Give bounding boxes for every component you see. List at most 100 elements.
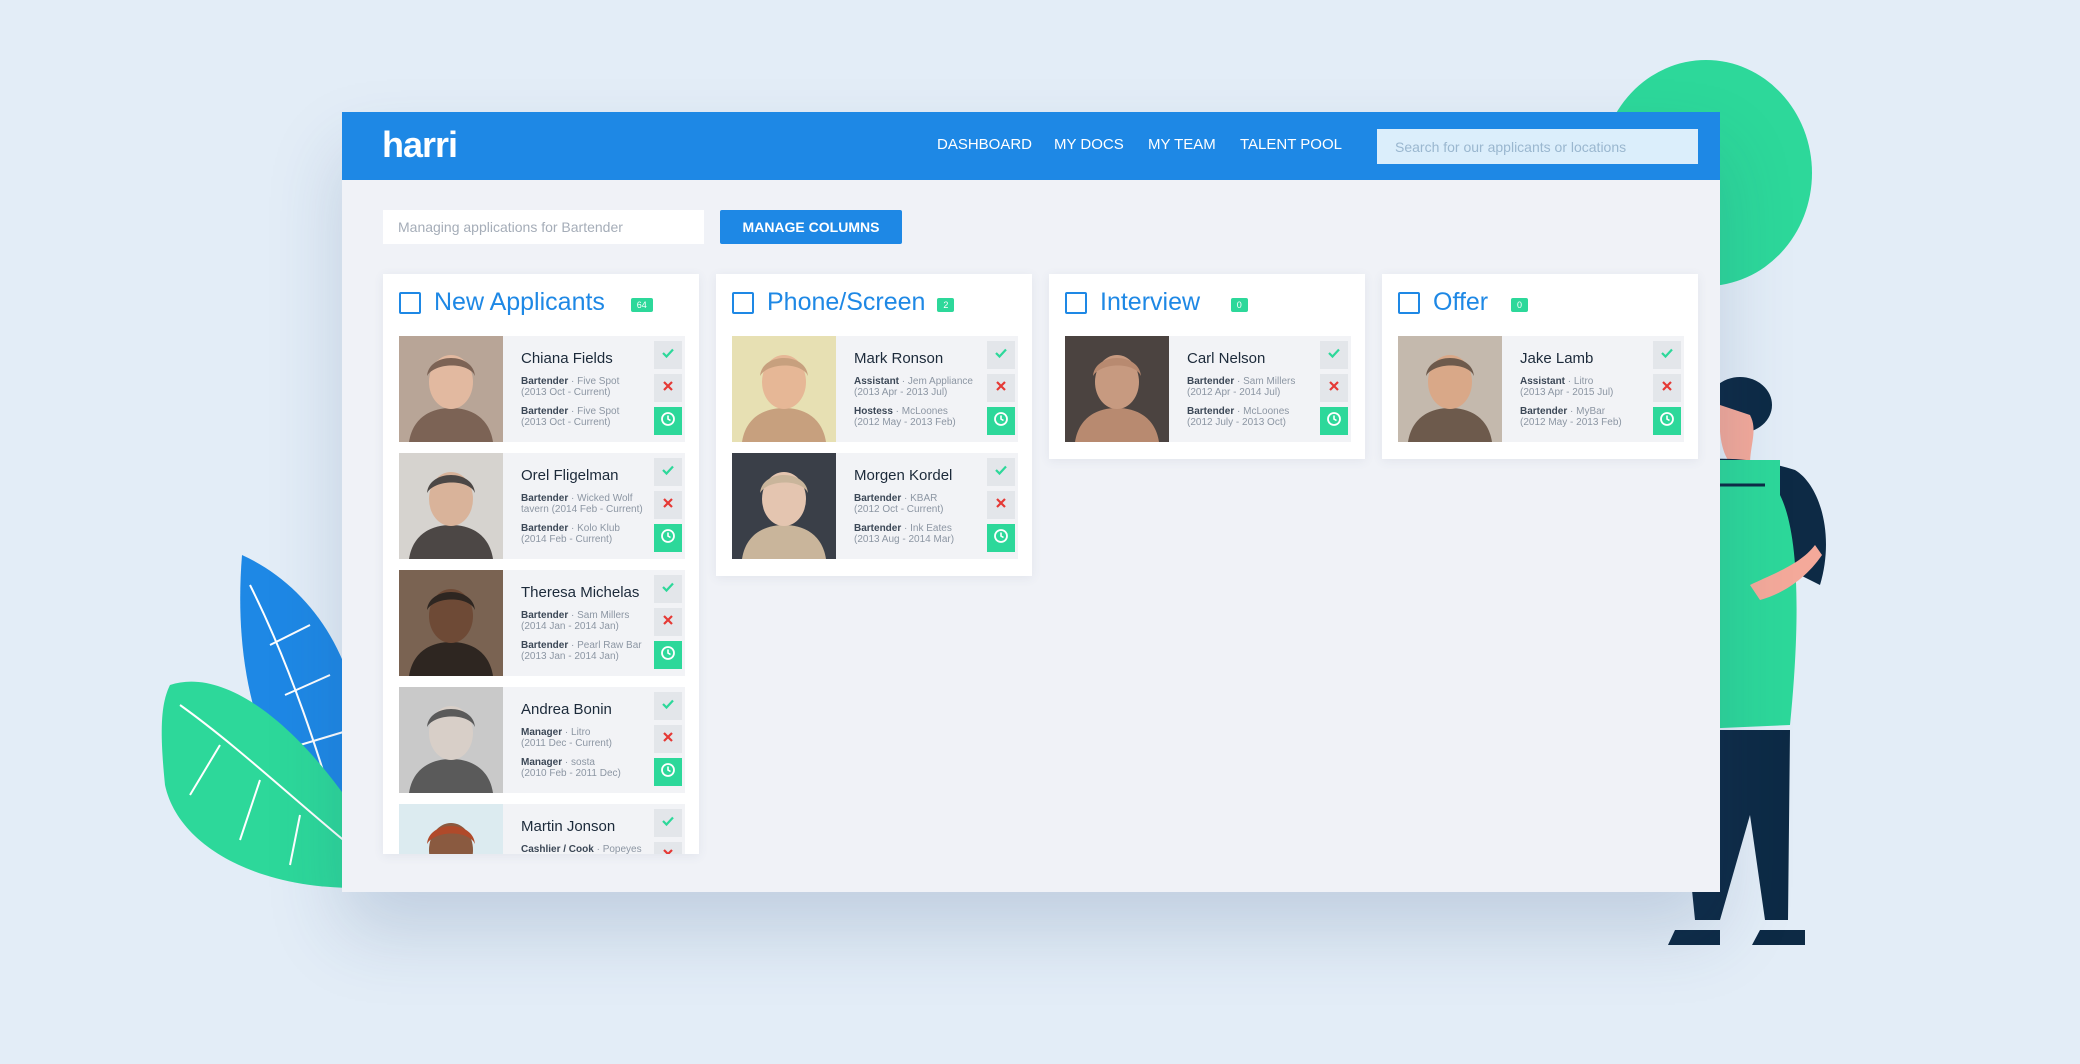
manage-columns-button[interactable]: MANAGE COLUMNS (720, 210, 902, 244)
schedule-button[interactable] (654, 524, 682, 552)
schedule-button[interactable] (1320, 407, 1348, 435)
checkmark-icon (1660, 346, 1674, 365)
reject-button[interactable] (1653, 374, 1681, 402)
experience-place: · McLoones (892, 406, 948, 417)
clock-icon (660, 645, 676, 666)
approve-button[interactable] (987, 341, 1015, 369)
applicant-photo (732, 453, 836, 559)
applicant-card[interactable]: Theresa Michelas Bartender · Sam Millers(… (399, 570, 685, 676)
select-all-checkbox[interactable] (1398, 292, 1420, 314)
checkmark-icon (661, 697, 675, 716)
select-all-checkbox[interactable] (399, 292, 421, 314)
applicant-photo (732, 336, 836, 442)
experience-entry: Bartender · Ink Eates (2013 Aug - 2014 Ma… (854, 523, 982, 545)
experience-dates: (2014 Feb - Current) (521, 534, 613, 545)
job-filter-field[interactable]: Managing applications for Bartender (383, 210, 704, 244)
experience-role: Bartender (854, 493, 902, 504)
applicant-card[interactable]: Chiana Fields Bartender · Five Spot (2013 … (399, 336, 685, 442)
applicant-card[interactable]: Jake Lamb Assistant · Litro (2013 Apr - 20… (1398, 336, 1684, 442)
experience-place: · KBAR (901, 493, 938, 504)
experience-place: · Popeyes (593, 844, 642, 854)
select-all-checkbox[interactable] (1065, 292, 1087, 314)
experience-place: · MyBar (1567, 406, 1606, 417)
experience-role: Hostess (854, 406, 893, 417)
applicant-photo (399, 687, 503, 793)
close-icon (1661, 379, 1673, 397)
experience-entry: Bartender · Sam Millers (2014 Jan - 2014 … (521, 610, 649, 632)
applicant-photo (1065, 336, 1169, 442)
reject-button[interactable] (654, 374, 682, 402)
checkmark-icon (661, 814, 675, 833)
reject-button[interactable] (654, 491, 682, 519)
select-all-checkbox[interactable] (732, 292, 754, 314)
search-input[interactable] (1377, 129, 1698, 164)
approve-button[interactable] (654, 341, 682, 369)
experience-place: · Sam Millers (568, 610, 630, 621)
experience-role: Bartender (521, 523, 569, 534)
clock-icon (660, 528, 676, 549)
applicant-name: Theresa Michelas (521, 584, 640, 601)
applicant-name: Jake Lamb (1520, 350, 1594, 367)
schedule-button[interactable] (987, 407, 1015, 435)
schedule-button[interactable] (987, 524, 1015, 552)
clock-icon (1326, 411, 1342, 432)
experience-entry: Bartender · KBAR (2012 Oct - Current) (854, 493, 982, 515)
close-icon (662, 613, 674, 631)
applicant-name: Morgen Kordel (854, 467, 953, 484)
column-header: Phone/Screen 2 (716, 274, 1032, 336)
schedule-button[interactable] (1653, 407, 1681, 435)
reject-button[interactable] (654, 608, 682, 636)
checkmark-icon (1327, 346, 1341, 365)
applicant-card[interactable]: Andrea Bonin Manager · Litro (2011 Dec - C… (399, 687, 685, 793)
schedule-button[interactable] (654, 407, 682, 435)
applicant-card[interactable]: Carl Nelson Bartender · Sam Millers (2012 … (1065, 336, 1351, 442)
approve-button[interactable] (654, 575, 682, 603)
experience-entry: Bartender · Pearl Raw Bar (2013 Jan - 201… (521, 640, 649, 662)
schedule-button[interactable] (654, 641, 682, 669)
nav-my-docs[interactable]: MY DOCS (1054, 136, 1124, 153)
approve-button[interactable] (654, 458, 682, 486)
close-icon (662, 847, 674, 854)
clock-icon (993, 528, 1009, 549)
clock-icon (660, 411, 676, 432)
applicant-card[interactable]: Martin Jonson Cashlier / Cook · Popeyes (399, 804, 685, 854)
reject-button[interactable] (654, 725, 682, 753)
nav-my-team[interactable]: MY TEAM (1148, 136, 1216, 153)
approve-button[interactable] (1653, 341, 1681, 369)
applicant-photo (399, 453, 503, 559)
experience-dates: (2012 May - 2013 Feb) (1520, 417, 1622, 428)
experience-entry: Bartender · Five Spot (2013 Oct - Current… (521, 406, 649, 428)
experience-entry: Hostess · McLoones (2012 May - 2013 Feb) (854, 406, 982, 428)
clock-icon (1659, 411, 1675, 432)
reject-button[interactable] (987, 374, 1015, 402)
applicant-card[interactable]: Orel Fligelman Bartender · Wicked Wolf tav… (399, 453, 685, 559)
experience-entry: Bartender · Five Spot (2013 Oct - Current… (521, 376, 649, 398)
experience-place: · Jem Appliance (899, 376, 973, 387)
app-window: harri DASHBOARD MY DOCS MY TEAM TALENT P… (342, 112, 1720, 892)
approve-button[interactable] (654, 692, 682, 720)
experience-place: · Pearl Raw Bar (568, 640, 642, 651)
reject-button[interactable] (987, 491, 1015, 519)
checkmark-icon (661, 463, 675, 482)
top-navigation-bar: harri DASHBOARD MY DOCS MY TEAM TALENT P… (342, 112, 1720, 180)
approve-button[interactable] (1320, 341, 1348, 369)
checkmark-icon (661, 346, 675, 365)
nav-dashboard[interactable]: DASHBOARD (937, 136, 1032, 153)
experience-place: · McLoones (1234, 406, 1290, 417)
clock-icon (993, 411, 1009, 432)
harri-logo[interactable]: harri (382, 124, 458, 166)
applicant-card[interactable]: Mark Ronson Assistant · Jem Appliance (201… (732, 336, 1018, 442)
experience-dates: tavern (2014 Feb - Current) (521, 504, 643, 515)
reject-button[interactable] (1320, 374, 1348, 402)
schedule-button[interactable] (654, 758, 682, 786)
experience-dates: (2012 Oct - Current) (854, 504, 944, 515)
applicant-name: Martin Jonson (521, 818, 616, 835)
nav-talent-pool[interactable]: TALENT POOL (1240, 136, 1342, 153)
approve-button[interactable] (987, 458, 1015, 486)
experience-role: Bartender (1520, 406, 1568, 417)
applicant-card[interactable]: Morgen Kordel Bartender · KBAR (2012 Oct -… (732, 453, 1018, 559)
reject-button[interactable] (654, 842, 682, 854)
approve-button[interactable] (654, 809, 682, 837)
checkmark-icon (994, 346, 1008, 365)
experience-place: · Litro (562, 727, 591, 738)
